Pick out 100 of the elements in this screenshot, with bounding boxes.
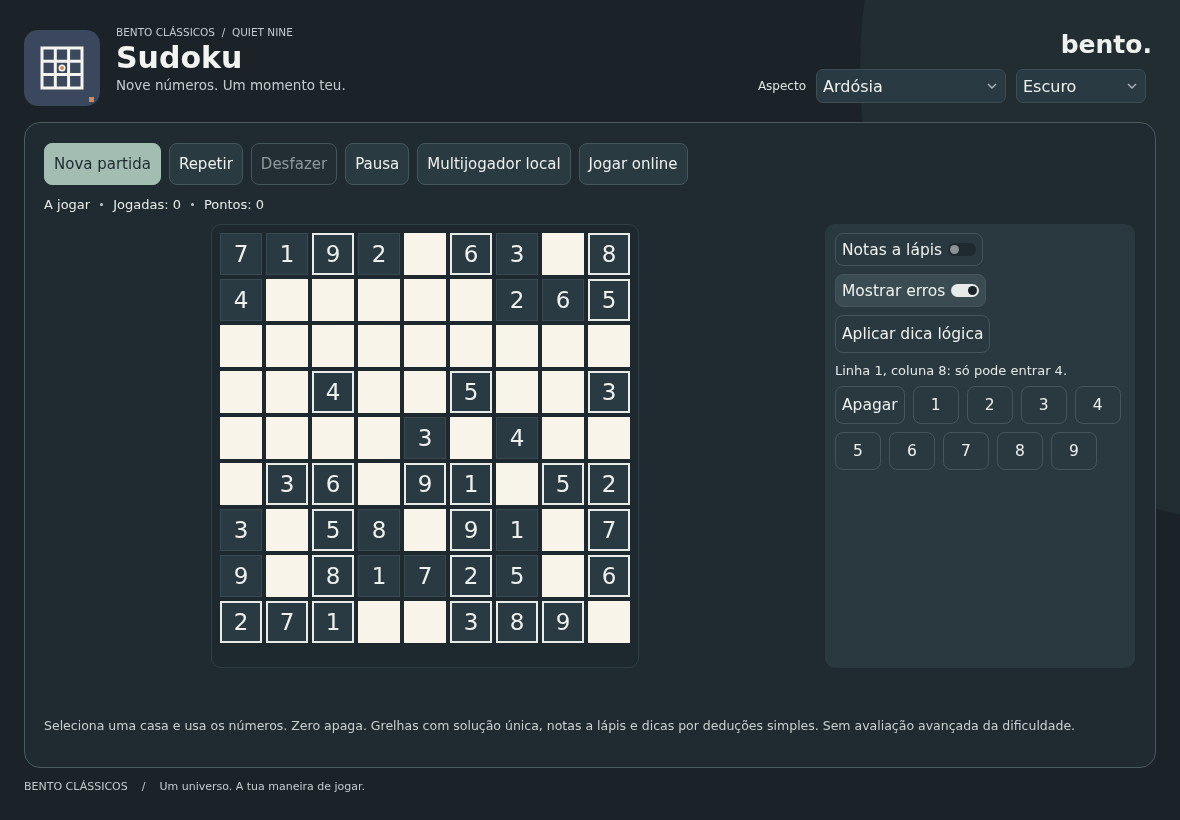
- sudoku-cell[interactable]: 1: [358, 555, 400, 597]
- sudoku-cell[interactable]: 9: [404, 463, 446, 505]
- sudoku-cell[interactable]: 2: [220, 601, 262, 643]
- sudoku-cell[interactable]: 9: [450, 509, 492, 551]
- sudoku-cell[interactable]: [496, 371, 538, 413]
- sudoku-cell[interactable]: [312, 279, 354, 321]
- sudoku-cell[interactable]: [450, 417, 492, 459]
- number-key[interactable]: 5: [835, 432, 881, 470]
- toolbar-button[interactable]: Multijogador local: [417, 143, 571, 185]
- toggle-button[interactable]: Notas a lápis: [835, 233, 984, 266]
- sudoku-cell[interactable]: 4: [220, 279, 262, 321]
- theme-dropdown[interactable]: Escuro: [1016, 69, 1146, 103]
- sudoku-cell[interactable]: [404, 233, 446, 275]
- sudoku-cell[interactable]: 5: [312, 509, 354, 551]
- theme-dropdown[interactable]: Ardósia: [816, 69, 1006, 103]
- sudoku-cell[interactable]: 6: [588, 555, 630, 597]
- sudoku-cell[interactable]: 2: [588, 463, 630, 505]
- number-key[interactable]: 9: [1051, 432, 1097, 470]
- sudoku-cell[interactable]: 3: [450, 601, 492, 643]
- sudoku-cell[interactable]: 7: [404, 555, 446, 597]
- sudoku-cell[interactable]: [266, 371, 308, 413]
- sudoku-cell[interactable]: [220, 325, 262, 367]
- sudoku-cell[interactable]: 7: [220, 233, 262, 275]
- number-key[interactable]: 2: [966, 386, 1013, 424]
- number-key[interactable]: 1: [912, 386, 959, 424]
- sudoku-cell[interactable]: 7: [266, 601, 308, 643]
- sudoku-cell[interactable]: 6: [542, 279, 584, 321]
- sudoku-cell[interactable]: [358, 371, 400, 413]
- sudoku-cell[interactable]: [312, 325, 354, 367]
- number-key[interactable]: 3: [1020, 386, 1067, 424]
- sudoku-cell[interactable]: 9: [312, 233, 354, 275]
- sudoku-cell[interactable]: [266, 555, 308, 597]
- sudoku-cell[interactable]: [220, 371, 262, 413]
- sudoku-cell[interactable]: [358, 601, 400, 643]
- toggle-button[interactable]: Mostrar erros: [835, 274, 987, 307]
- sudoku-cell[interactable]: 1: [266, 233, 308, 275]
- sudoku-cell[interactable]: 5: [450, 371, 492, 413]
- sudoku-cell[interactable]: [450, 325, 492, 367]
- sudoku-cell[interactable]: 9: [542, 601, 584, 643]
- sudoku-cell[interactable]: [542, 555, 584, 597]
- toolbar-button[interactable]: Pausa: [345, 143, 410, 185]
- sudoku-cell[interactable]: 1: [312, 601, 354, 643]
- sudoku-cell[interactable]: [266, 509, 308, 551]
- sudoku-cell[interactable]: [450, 279, 492, 321]
- sudoku-cell[interactable]: 5: [588, 279, 630, 321]
- sudoku-cell[interactable]: 9: [220, 555, 262, 597]
- sudoku-cell[interactable]: [542, 233, 584, 275]
- sudoku-cell[interactable]: 4: [496, 417, 538, 459]
- sudoku-cell[interactable]: 5: [542, 463, 584, 505]
- toolbar-button[interactable]: Nova partida: [44, 143, 161, 185]
- sudoku-cell[interactable]: 4: [312, 371, 354, 413]
- sudoku-cell[interactable]: 8: [358, 509, 400, 551]
- sudoku-cell[interactable]: 5: [496, 555, 538, 597]
- sudoku-cell[interactable]: [542, 417, 584, 459]
- sudoku-cell[interactable]: 3: [496, 233, 538, 275]
- sudoku-cell[interactable]: 8: [588, 233, 630, 275]
- toolbar-button[interactable]: Jogar online: [578, 143, 688, 185]
- toolbar-button[interactable]: Repetir: [168, 143, 243, 185]
- sudoku-cell[interactable]: [542, 509, 584, 551]
- sudoku-cell[interactable]: [220, 417, 262, 459]
- sudoku-cell[interactable]: 7: [588, 509, 630, 551]
- number-key[interactable]: 4: [1074, 386, 1121, 424]
- sudoku-cell[interactable]: [588, 325, 630, 367]
- hint-button[interactable]: Aplicar dica lógica: [835, 315, 991, 353]
- sudoku-cell[interactable]: [404, 509, 446, 551]
- sudoku-cell[interactable]: 3: [220, 509, 262, 551]
- sudoku-cell[interactable]: 2: [450, 555, 492, 597]
- sudoku-cell[interactable]: [358, 417, 400, 459]
- sudoku-cell[interactable]: [220, 463, 262, 505]
- sudoku-cell[interactable]: 1: [496, 509, 538, 551]
- sudoku-cell[interactable]: [542, 325, 584, 367]
- sudoku-cell[interactable]: [542, 371, 584, 413]
- sudoku-cell[interactable]: [404, 601, 446, 643]
- sudoku-cell[interactable]: 3: [266, 463, 308, 505]
- sudoku-cell[interactable]: [358, 463, 400, 505]
- sudoku-cell[interactable]: 1: [450, 463, 492, 505]
- sudoku-cell[interactable]: 2: [358, 233, 400, 275]
- number-key[interactable]: 6: [889, 432, 935, 470]
- sudoku-cell[interactable]: [358, 325, 400, 367]
- sudoku-cell[interactable]: [404, 371, 446, 413]
- sudoku-cell[interactable]: [588, 417, 630, 459]
- sudoku-cell[interactable]: 8: [312, 555, 354, 597]
- sudoku-cell[interactable]: [588, 601, 630, 643]
- sudoku-cell[interactable]: [312, 417, 354, 459]
- sudoku-cell[interactable]: 3: [588, 371, 630, 413]
- sudoku-cell[interactable]: [358, 279, 400, 321]
- number-key[interactable]: 7: [943, 432, 989, 470]
- sudoku-cell[interactable]: [266, 325, 308, 367]
- sudoku-cell[interactable]: 8: [496, 601, 538, 643]
- sudoku-cell[interactable]: 6: [312, 463, 354, 505]
- sudoku-cell[interactable]: [266, 279, 308, 321]
- sudoku-cell[interactable]: [496, 463, 538, 505]
- sudoku-cell[interactable]: [404, 279, 446, 321]
- sudoku-cell[interactable]: 6: [450, 233, 492, 275]
- sudoku-cell[interactable]: [404, 325, 446, 367]
- sudoku-cell[interactable]: 3: [404, 417, 446, 459]
- sudoku-cell[interactable]: 2: [496, 279, 538, 321]
- sudoku-cell[interactable]: [496, 325, 538, 367]
- sudoku-cell[interactable]: [266, 417, 308, 459]
- number-key[interactable]: Apagar: [835, 386, 905, 424]
